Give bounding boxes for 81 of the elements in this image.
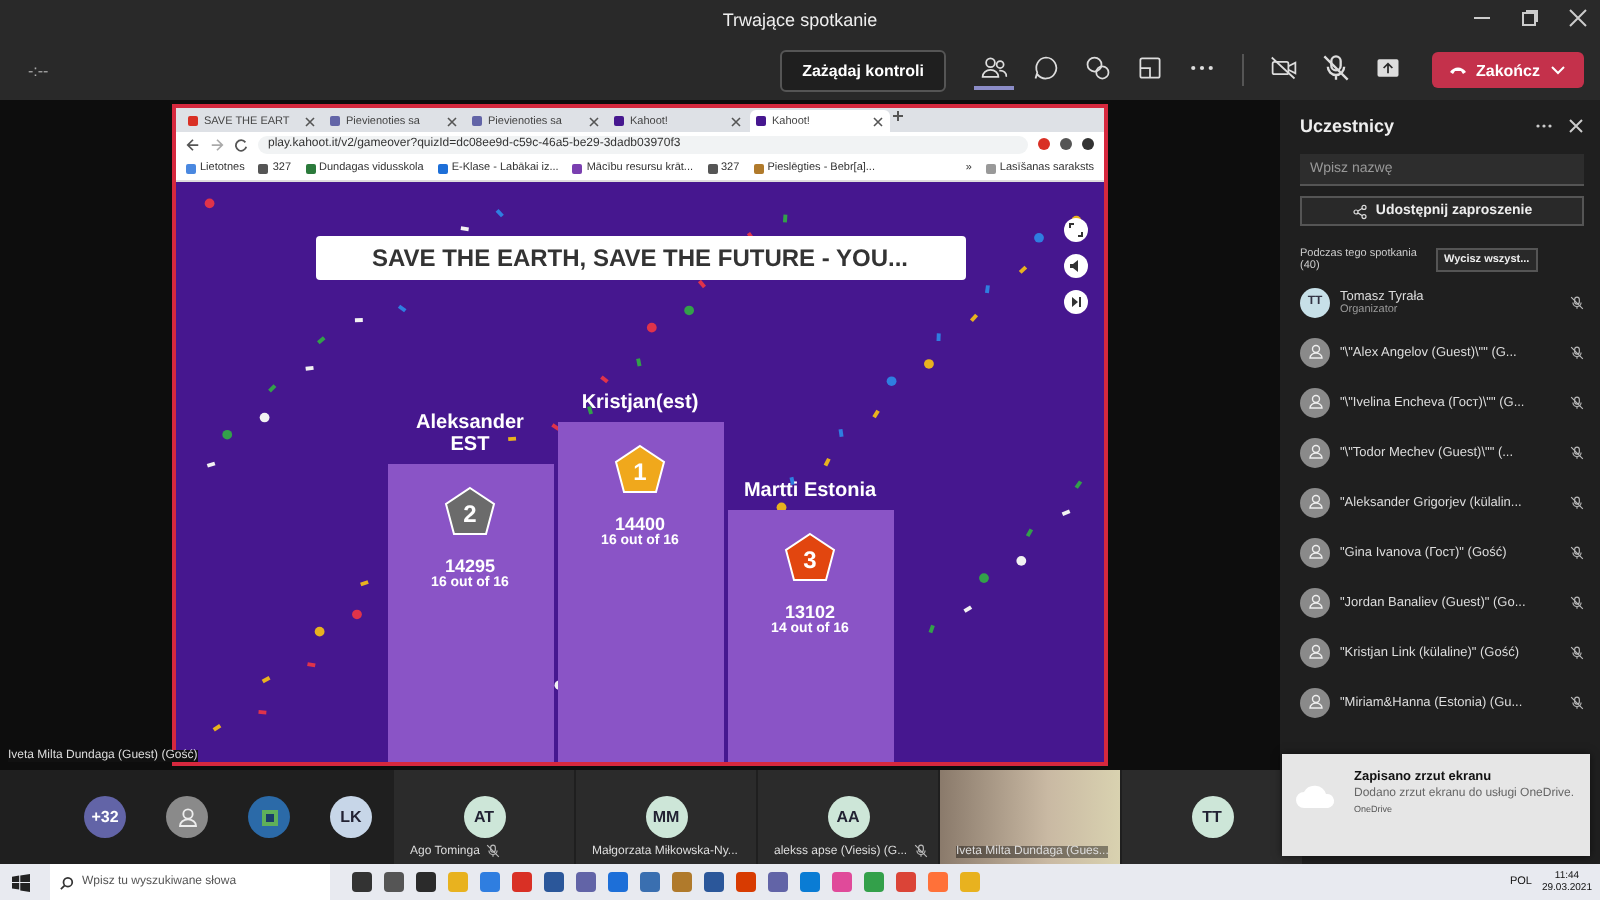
- back-icon[interactable]: [186, 137, 200, 151]
- restore-icon[interactable]: [1520, 8, 1540, 28]
- share-icon: [1351, 203, 1368, 219]
- avatar-icon: [1300, 687, 1330, 717]
- player-score: 14295: [444, 556, 496, 576]
- favicon: [572, 163, 583, 173]
- close-tab-icon[interactable]: [730, 115, 742, 127]
- request-control-button[interactable]: Zażądaj kontroli: [780, 49, 946, 91]
- mic-off-icon: [1570, 345, 1584, 359]
- volume-icon[interactable]: [1064, 254, 1088, 278]
- avatar-initials: MM: [645, 796, 687, 838]
- avatar-initials: AT: [463, 796, 505, 838]
- mic-off-icon: [913, 844, 928, 858]
- mic-off-icon: [1570, 545, 1584, 559]
- cloud-icon: [1294, 782, 1338, 810]
- avatar-icon: [1300, 437, 1330, 467]
- favicon: [614, 116, 624, 126]
- mic-off-icon: [485, 844, 500, 858]
- mic-off-icon: [1570, 295, 1584, 309]
- search-icon: [60, 875, 74, 889]
- mic-off-icon: [1570, 595, 1584, 609]
- fullscreen-icon[interactable]: [1064, 218, 1088, 242]
- overflow-count[interactable]: +32: [84, 796, 126, 838]
- avatar-icon: [1300, 587, 1330, 617]
- favicon: [188, 116, 198, 126]
- windows-start-icon[interactable]: [11, 873, 29, 891]
- favicon: [186, 163, 196, 173]
- panel-title: Uczestnicy: [1300, 116, 1397, 136]
- profile-avatar[interactable]: [1082, 138, 1094, 150]
- share-screen-icon[interactable]: [1373, 54, 1402, 82]
- favicon: [472, 116, 482, 126]
- avatar-icon: [1300, 537, 1330, 567]
- leave-button[interactable]: Zakończ: [1431, 52, 1584, 88]
- avatar-icon: [166, 796, 208, 838]
- skip-icon[interactable]: [1064, 290, 1088, 314]
- avatar-initials: LK: [330, 796, 372, 838]
- medal-badge: 3: [782, 530, 838, 586]
- caret-icon[interactable]: [1548, 60, 1568, 80]
- close-icon[interactable]: [1568, 118, 1584, 134]
- mic-off-icon: [1570, 495, 1584, 509]
- avatar-icon: [1300, 337, 1330, 367]
- new-tab-icon[interactable]: [892, 110, 904, 122]
- player-score: 13102: [784, 602, 836, 622]
- avatar-picture: [248, 796, 290, 838]
- close-tab-icon[interactable]: [304, 115, 316, 127]
- close-tab-icon[interactable]: [588, 115, 600, 127]
- rooms-icon[interactable]: [1135, 54, 1164, 82]
- favicon: [305, 163, 316, 173]
- mic-off-icon: [1570, 445, 1584, 459]
- favicon: [756, 116, 766, 126]
- player-name: Kristjan(est): [579, 392, 701, 414]
- chat-icon[interactable]: [1031, 54, 1060, 82]
- camera-off-icon[interactable]: [1269, 54, 1298, 82]
- meeting-timer: -:--: [28, 61, 51, 79]
- reactions-icon[interactable]: [1083, 54, 1112, 82]
- avatar-icon: [1300, 387, 1330, 417]
- medal-badge: 2: [442, 484, 498, 540]
- avatar-icon: [1300, 487, 1330, 517]
- quiz-title: SAVE THE EARTH, SAVE THE FUTURE - YOU...: [315, 236, 965, 280]
- close-tab-icon[interactable]: [872, 115, 884, 127]
- avatar-icon: [1300, 637, 1330, 667]
- favicon: [753, 163, 764, 173]
- avatar-initials: TT: [1191, 796, 1233, 838]
- favicon: [707, 163, 717, 173]
- mic-off-icon: [1570, 645, 1584, 659]
- mic-off-icon[interactable]: [1321, 54, 1350, 82]
- mic-off-icon: [1570, 395, 1584, 409]
- player-name: Aleksander EST: [414, 412, 526, 456]
- reload-icon[interactable]: [234, 137, 248, 151]
- favicon: [437, 163, 448, 173]
- player-name: Martti Estonia: [741, 480, 879, 502]
- list-icon: [985, 163, 996, 173]
- close-icon[interactable]: [1568, 8, 1588, 28]
- close-tab-icon[interactable]: [446, 115, 458, 127]
- mic-off-icon: [1570, 695, 1584, 709]
- window-title: Trwające spotkanie: [722, 10, 878, 30]
- medal-badge: 1: [612, 442, 668, 498]
- favicon: [330, 116, 340, 126]
- avatar-initials: AA: [827, 796, 869, 838]
- player-score: 14400: [614, 514, 666, 534]
- favicon: [258, 163, 269, 173]
